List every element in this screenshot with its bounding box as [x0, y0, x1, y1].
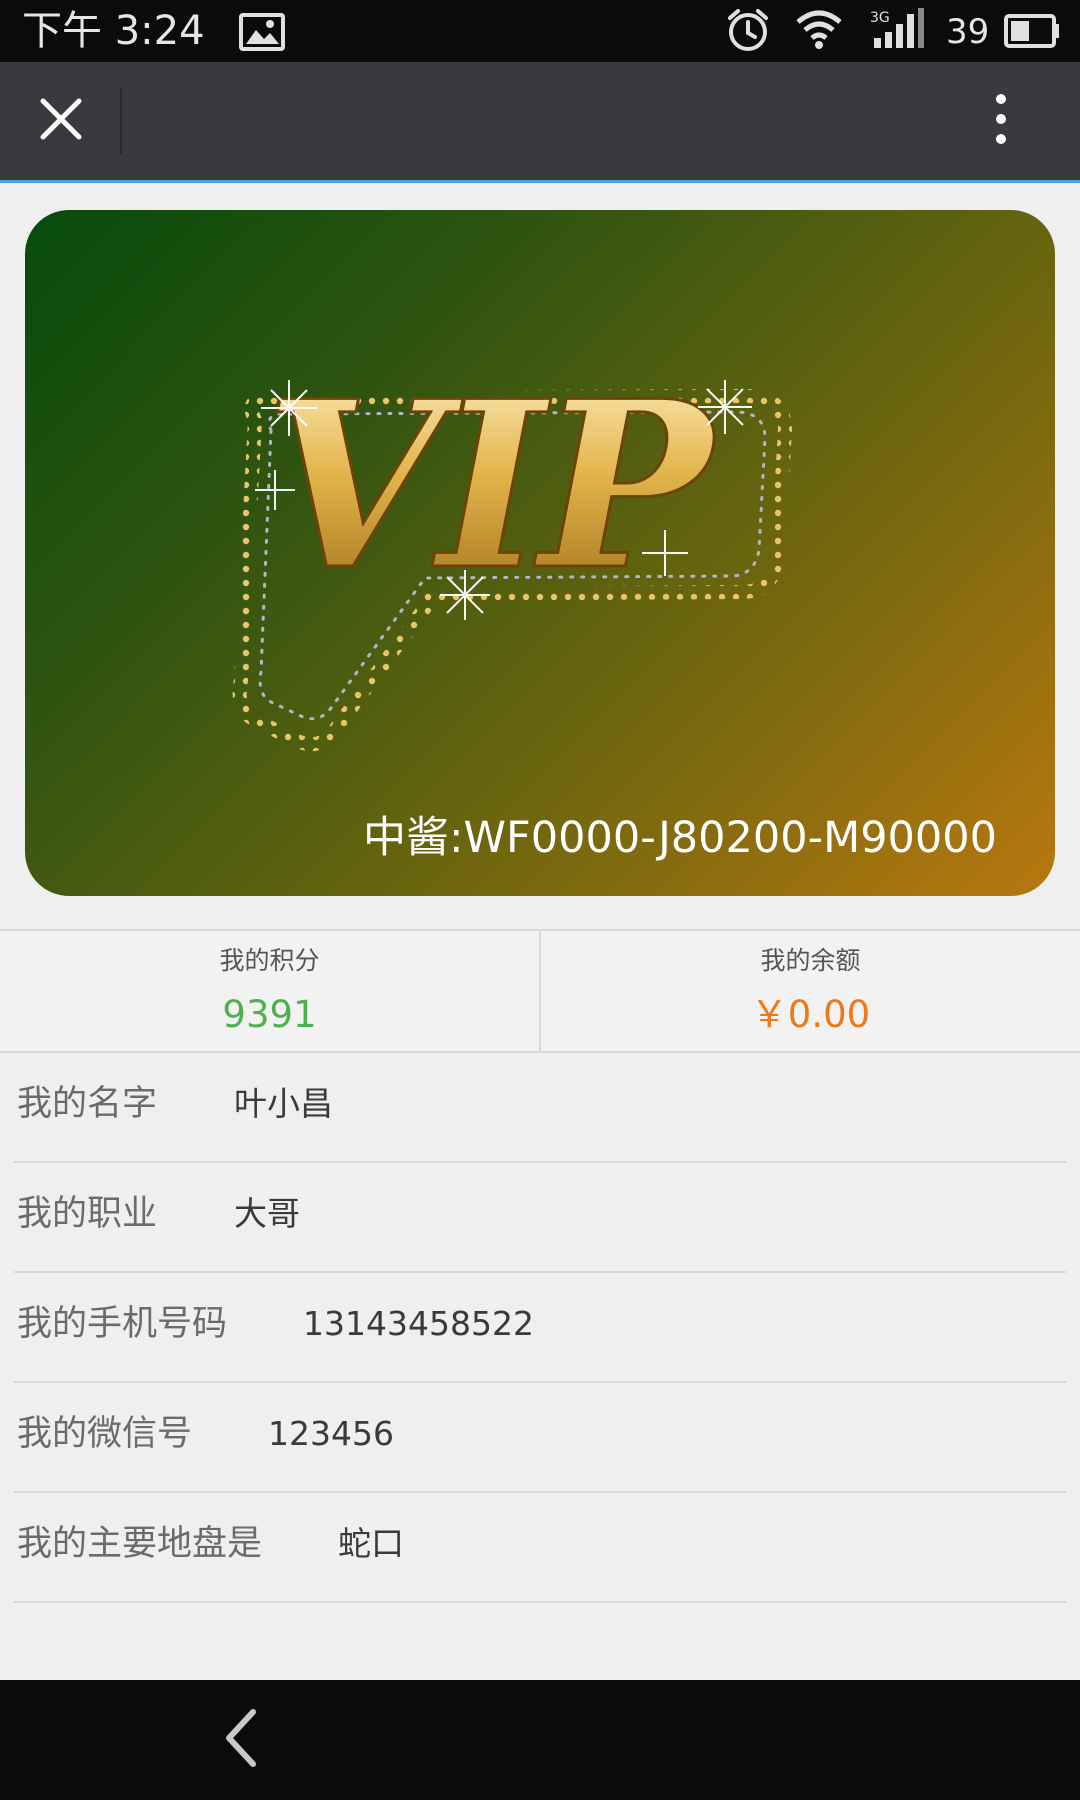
vip-card: VIP 中酱:WF0000-J80200-M90000 [25, 210, 1055, 896]
info-row-name: 我的名字 叶小昌 [14, 1053, 1066, 1163]
wifi-icon [794, 8, 844, 56]
territory-value: 蛇口 [338, 1524, 404, 1563]
info-row-phone: 我的手机号码 13143458522 [14, 1273, 1066, 1383]
info-row-occupation: 我的职业 大哥 [14, 1163, 1066, 1273]
svg-text:3G: 3G [870, 10, 890, 26]
points-value: 9391 [222, 993, 317, 1036]
name-value: 叶小昌 [234, 1084, 333, 1123]
wechat-value: 123456 [268, 1414, 394, 1453]
alarm-icon [724, 6, 772, 58]
close-button[interactable] [20, 80, 102, 162]
status-time: 下午 3:24 [22, 8, 205, 54]
vip-logo-text: VIP [265, 380, 718, 621]
card-id: 中酱:WF0000-J80200-M90000 [363, 813, 997, 863]
balance-label: 我的余额 [760, 946, 861, 975]
name-label: 我的名字 [17, 1084, 158, 1124]
points-label: 我的积分 [219, 946, 320, 975]
battery-icon [1004, 12, 1060, 54]
info-row-territory: 我的主要地盘是 蛇口 [14, 1493, 1066, 1603]
signal-3g-icon: 3G [870, 8, 926, 56]
phone-label: 我的手机号码 [17, 1304, 228, 1344]
navigation-bar [0, 1680, 1080, 1800]
territory-label: 我的主要地盘是 [17, 1524, 263, 1564]
action-divider [120, 88, 122, 154]
battery-level: 39 [946, 12, 990, 52]
status-bar: 下午 3:24 3G 39 [0, 0, 1080, 62]
close-icon [39, 97, 83, 145]
more-vert-icon [993, 93, 1009, 149]
points-stat[interactable]: 我的积分 9391 [0, 931, 539, 1051]
more-options-button[interactable] [960, 80, 1042, 162]
action-bar [0, 62, 1080, 183]
wechat-label: 我的微信号 [17, 1414, 193, 1454]
back-arrow-icon [221, 1708, 261, 1772]
balance-value: ￥0.00 [750, 993, 871, 1036]
back-button[interactable] [205, 1704, 277, 1776]
profile-info-list: 我的名字 叶小昌 我的职业 大哥 我的手机号码 13143458522 我的微信… [14, 1053, 1066, 1603]
occupation-value: 大哥 [234, 1194, 300, 1233]
stats-bar: 我的积分 9391 我的余额 ￥0.00 [0, 929, 1080, 1053]
image-icon [238, 12, 286, 56]
balance-stat[interactable]: 我的余额 ￥0.00 [539, 931, 1080, 1051]
phone-value: 13143458522 [303, 1304, 534, 1343]
occupation-label: 我的职业 [17, 1194, 158, 1234]
info-row-wechat: 我的微信号 123456 [14, 1383, 1066, 1493]
vip-logo: VIP [232, 380, 793, 752]
